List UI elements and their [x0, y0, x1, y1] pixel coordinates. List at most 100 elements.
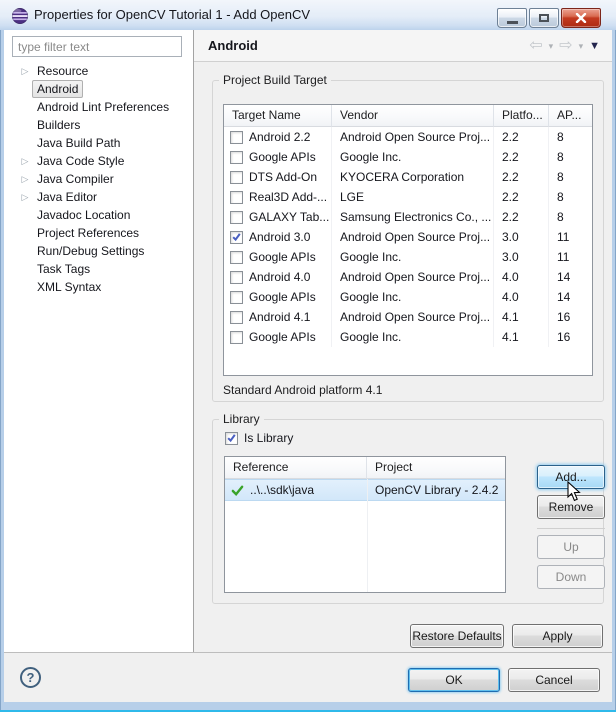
tree-item-java-editor[interactable]: Java Editor — [4, 188, 193, 206]
view-menu-icon[interactable]: ▼ — [589, 41, 600, 52]
tree-item-java-code-style[interactable]: Java Code Style — [4, 152, 193, 170]
target-platform: 2.2 — [494, 127, 549, 147]
ok-button[interactable]: OK — [408, 668, 500, 692]
table-row[interactable]: Android 3.0 Android Open Source Proj... … — [224, 227, 592, 247]
tree-item-resource[interactable]: Resource — [4, 62, 193, 80]
minimize-icon — [507, 21, 518, 24]
column-header-project[interactable]: Project — [367, 457, 505, 479]
tree-item-android-lint-preferences[interactable]: Android Lint Preferences — [4, 98, 193, 116]
target-checkbox[interactable] — [230, 151, 243, 164]
close-button[interactable] — [561, 8, 601, 28]
target-vendor: Google Inc. — [332, 147, 494, 167]
target-checkbox[interactable] — [230, 311, 243, 324]
tree-item-builders[interactable]: Builders — [4, 116, 193, 134]
properties-tree: Resource Android Android Lint Preference… — [4, 62, 193, 296]
expand-arrow-icon[interactable] — [18, 174, 32, 185]
target-checkbox[interactable] — [230, 171, 243, 184]
table-row[interactable]: DTS Add-On KYOCERA Corporation 2.2 8 — [224, 167, 592, 187]
tree-item-run-debug-settings[interactable]: Run/Debug Settings — [4, 242, 193, 260]
help-button[interactable]: ? — [20, 667, 41, 688]
expand-arrow-icon[interactable] — [18, 66, 32, 77]
target-vendor: Google Inc. — [332, 287, 494, 307]
expand-arrow-icon[interactable] — [18, 156, 32, 167]
expand-arrow-icon[interactable] — [18, 192, 32, 203]
forward-arrow-icon[interactable]: ⇨ — [559, 38, 572, 54]
maximize-icon — [539, 14, 549, 22]
target-api: 8 — [549, 187, 592, 207]
target-checkbox[interactable] — [230, 331, 243, 344]
column-header-target-name[interactable]: Target Name — [224, 105, 332, 127]
target-name: Google APIs — [249, 330, 316, 344]
maximize-button[interactable] — [529, 8, 559, 28]
target-vendor: Android Open Source Proj... — [332, 127, 494, 147]
target-checkbox[interactable] — [230, 251, 243, 264]
table-row[interactable]: Google APIs Google Inc. 4.1 16 — [224, 327, 592, 347]
library-group: Library Is Library Reference Project ..\… — [212, 419, 604, 604]
target-api: 8 — [549, 207, 592, 227]
target-api: 8 — [549, 167, 592, 187]
column-header-platform[interactable]: Platfo... — [494, 105, 549, 127]
target-name: Google APIs — [249, 150, 316, 164]
apply-button[interactable]: Apply — [512, 624, 603, 648]
target-name: Android 4.0 — [249, 270, 310, 284]
target-api: 14 — [549, 267, 592, 287]
status-text: Standard Android platform 4.1 — [223, 383, 382, 397]
add-button[interactable]: Add... — [537, 465, 605, 489]
properties-tree-panel: Resource Android Android Lint Preference… — [4, 30, 193, 652]
library-project: OpenCV Library - 2.4.2 — [367, 480, 505, 500]
target-name: GALAXY Tab... — [249, 210, 329, 224]
table-row[interactable]: Google APIs Google Inc. 2.2 8 — [224, 147, 592, 167]
eclipse-logo-icon — [11, 7, 29, 30]
checkbox-icon[interactable] — [225, 432, 238, 445]
restore-defaults-button[interactable]: Restore Defaults — [410, 624, 504, 648]
library-row[interactable]: ..\..\sdk\java OpenCV Library - 2.4.2 — [225, 479, 505, 501]
minimize-button[interactable] — [497, 8, 527, 28]
target-platform: 4.0 — [494, 287, 549, 307]
table-row[interactable]: GALAXY Tab... Samsung Electronics Co., .… — [224, 207, 592, 227]
up-button[interactable]: Up — [537, 535, 605, 559]
title-bar[interactable]: Properties for OpenCV Tutorial 1 - Add O… — [0, 0, 616, 30]
tree-item-javadoc-location[interactable]: Javadoc Location — [4, 206, 193, 224]
is-library-label: Is Library — [244, 431, 293, 445]
column-header-reference[interactable]: Reference — [225, 457, 367, 479]
cancel-button[interactable]: Cancel — [508, 668, 600, 692]
tree-item-java-build-path[interactable]: Java Build Path — [4, 134, 193, 152]
remove-button[interactable]: Remove — [537, 495, 605, 519]
filter-input[interactable] — [12, 36, 182, 57]
back-history-dropdown-icon[interactable]: ▾ — [549, 42, 554, 51]
back-arrow-icon[interactable]: ⇦ — [529, 38, 542, 54]
library-table: Reference Project ..\..\sdk\java OpenCV … — [224, 456, 506, 593]
table-row[interactable]: Google APIs Google Inc. 4.0 14 — [224, 287, 592, 307]
tree-item-android[interactable]: Android — [4, 80, 193, 98]
target-name: Google APIs — [249, 250, 316, 264]
table-row[interactable]: Android 4.1 Android Open Source Proj... … — [224, 307, 592, 327]
tree-item-project-references[interactable]: Project References — [4, 224, 193, 242]
target-checkbox[interactable] — [230, 191, 243, 204]
android-properties-panel: Android ⇦ ▾ ⇨ ▾ ▼ Project Build Target T… — [194, 30, 612, 652]
forward-history-dropdown-icon[interactable]: ▾ — [579, 42, 584, 51]
is-library-checkbox[interactable]: Is Library — [225, 431, 293, 445]
target-name: DTS Add-On — [249, 170, 317, 184]
column-header-vendor[interactable]: Vendor — [332, 105, 494, 127]
table-row[interactable]: Real3D Add-... LGE 2.2 8 — [224, 187, 592, 207]
target-vendor: Google Inc. — [332, 327, 494, 347]
target-checkbox[interactable] — [230, 231, 243, 244]
table-row[interactable]: Android 4.0 Android Open Source Proj... … — [224, 267, 592, 287]
project-build-target-group: Project Build Target Target Name Vendor … — [212, 80, 604, 402]
tree-item-java-compiler[interactable]: Java Compiler — [4, 170, 193, 188]
target-platform: 2.2 — [494, 147, 549, 167]
valid-check-icon — [231, 484, 244, 497]
build-target-table-header: Target Name Vendor Platfo... AP... — [224, 105, 592, 127]
table-row[interactable]: Google APIs Google Inc. 3.0 11 — [224, 247, 592, 267]
target-checkbox[interactable] — [230, 271, 243, 284]
tree-item-xml-syntax[interactable]: XML Syntax — [4, 278, 193, 296]
target-checkbox[interactable] — [230, 131, 243, 144]
column-header-api[interactable]: AP... — [549, 105, 592, 127]
down-button[interactable]: Down — [537, 565, 605, 589]
target-checkbox[interactable] — [230, 211, 243, 224]
target-vendor: KYOCERA Corporation — [332, 167, 494, 187]
target-name: Real3D Add-... — [249, 190, 327, 204]
tree-item-task-tags[interactable]: Task Tags — [4, 260, 193, 278]
target-checkbox[interactable] — [230, 291, 243, 304]
table-row[interactable]: Android 2.2 Android Open Source Proj... … — [224, 127, 592, 147]
